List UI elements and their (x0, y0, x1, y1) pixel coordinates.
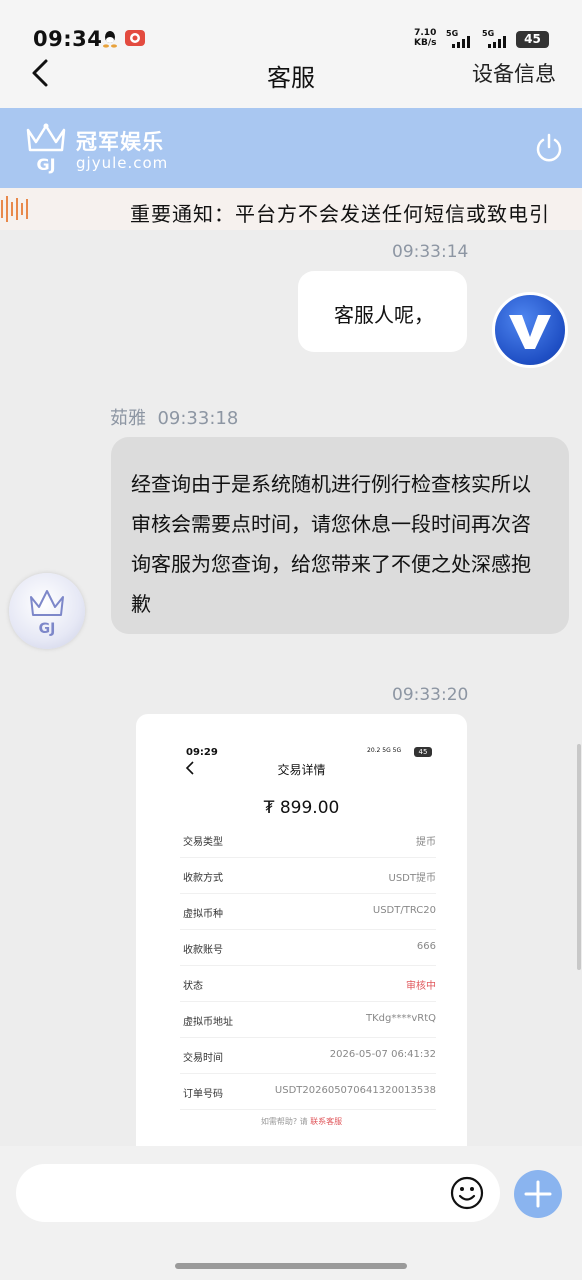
message-timestamp: 09:33:20 (392, 685, 469, 705)
input-bar (0, 1146, 582, 1280)
home-indicator[interactable] (175, 1263, 407, 1269)
emoji-icon[interactable] (449, 1175, 485, 1211)
svg-text:GJ: GJ (36, 155, 55, 174)
screenshot-help: 如需帮助? 请 联系客服 (260, 1117, 343, 1126)
detail-row: 交易类型 提币 (180, 822, 436, 858)
screenshot-battery: 45 (414, 747, 432, 757)
scrollbar[interactable] (577, 744, 581, 970)
status-bar: 09:34 7.10 KB/s 5G 5G 45 (0, 0, 582, 52)
signal-1-icon (452, 36, 470, 48)
v-logo-icon (509, 315, 551, 349)
crown-logo-icon: GJ (26, 123, 66, 174)
agent-message-bubble: 经查询由于是系统随机进行例行检查核实所以审核会需要点时间，请您休息一段时间再次咨… (111, 437, 569, 634)
agent-name: 茹雅 (110, 408, 146, 429)
message-input[interactable] (16, 1164, 500, 1222)
brand-domain: gjyule.com (76, 154, 169, 172)
transaction-details: 交易类型 提币 收款方式 USDT提币 虚拟币种 USDT/TRC20 收款账号 666… (180, 822, 436, 1110)
notice-text: 重要通知：平台方不会发送任何短信或致电引 (130, 202, 550, 226)
user-message-text: 客服人呢， (334, 303, 434, 327)
app-notification-icon (125, 30, 145, 46)
announcement-icon (1, 196, 28, 222)
brand-name: 冠军娱乐 (76, 130, 164, 154)
power-icon[interactable] (533, 132, 565, 164)
detail-row: 虚拟币地址 TKdg****vRtQ (180, 1002, 436, 1038)
plus-icon (524, 1180, 552, 1208)
brand-header: GJ 冠军娱乐 gjyule.com (0, 108, 582, 188)
image-message[interactable]: 09:29 20.2 5G 5G 45 交易详情 ₮ 899.00 交易类型 提币… (136, 714, 467, 1146)
agent-avatar: GJ (9, 573, 85, 649)
user-message-bubble: 客服人呢， (298, 271, 467, 352)
notice-bar: 重要通知：平台方不会发送任何短信或致电引 (0, 188, 582, 230)
battery-icon: 45 (516, 31, 549, 48)
status-badge: 审核中 (406, 981, 436, 992)
network-speed: 7.10 KB/s (414, 28, 437, 48)
detail-row: 虚拟币种 USDT/TRC20 (180, 894, 436, 930)
device-info-button[interactable]: 设备信息 (472, 58, 556, 88)
agent-message-text: 经查询由于是系统随机进行例行检查核实所以审核会需要点时间，请您休息一段时间再次咨… (131, 472, 531, 616)
agent-timestamp: 09:33:18 (157, 408, 239, 429)
screenshot-title: 交易详情 (277, 763, 326, 777)
add-button[interactable] (514, 1170, 562, 1218)
detail-row: 状态 审核中 (180, 966, 436, 1002)
title-bar: 客服 设备信息 (0, 52, 582, 108)
screenshot-time: 09:29 (186, 747, 218, 758)
status-time: 09:34 (33, 27, 103, 51)
svg-text:GJ: GJ (39, 621, 56, 637)
detail-row: 收款方式 USDT提币 (180, 858, 436, 894)
detail-row: 订单号码 USDT20260507064132001353​8 (180, 1074, 436, 1110)
screenshot-status: 20.2 5G 5G (367, 747, 402, 754)
message-timestamp: 09:33:14 (392, 242, 469, 262)
screenshot-amount: ₮ 899.00 (263, 798, 340, 818)
crown-avatar-icon: GJ (30, 590, 64, 637)
detail-row: 交易时间 2026-05-07 06:41:32 (180, 1038, 436, 1074)
qq-icon (103, 31, 117, 48)
agent-sender: 茹雅 09:33:18 (110, 404, 238, 430)
signal-2-icon (488, 36, 506, 48)
detail-row: 收款账号 666 (180, 930, 436, 966)
user-avatar (492, 292, 568, 368)
